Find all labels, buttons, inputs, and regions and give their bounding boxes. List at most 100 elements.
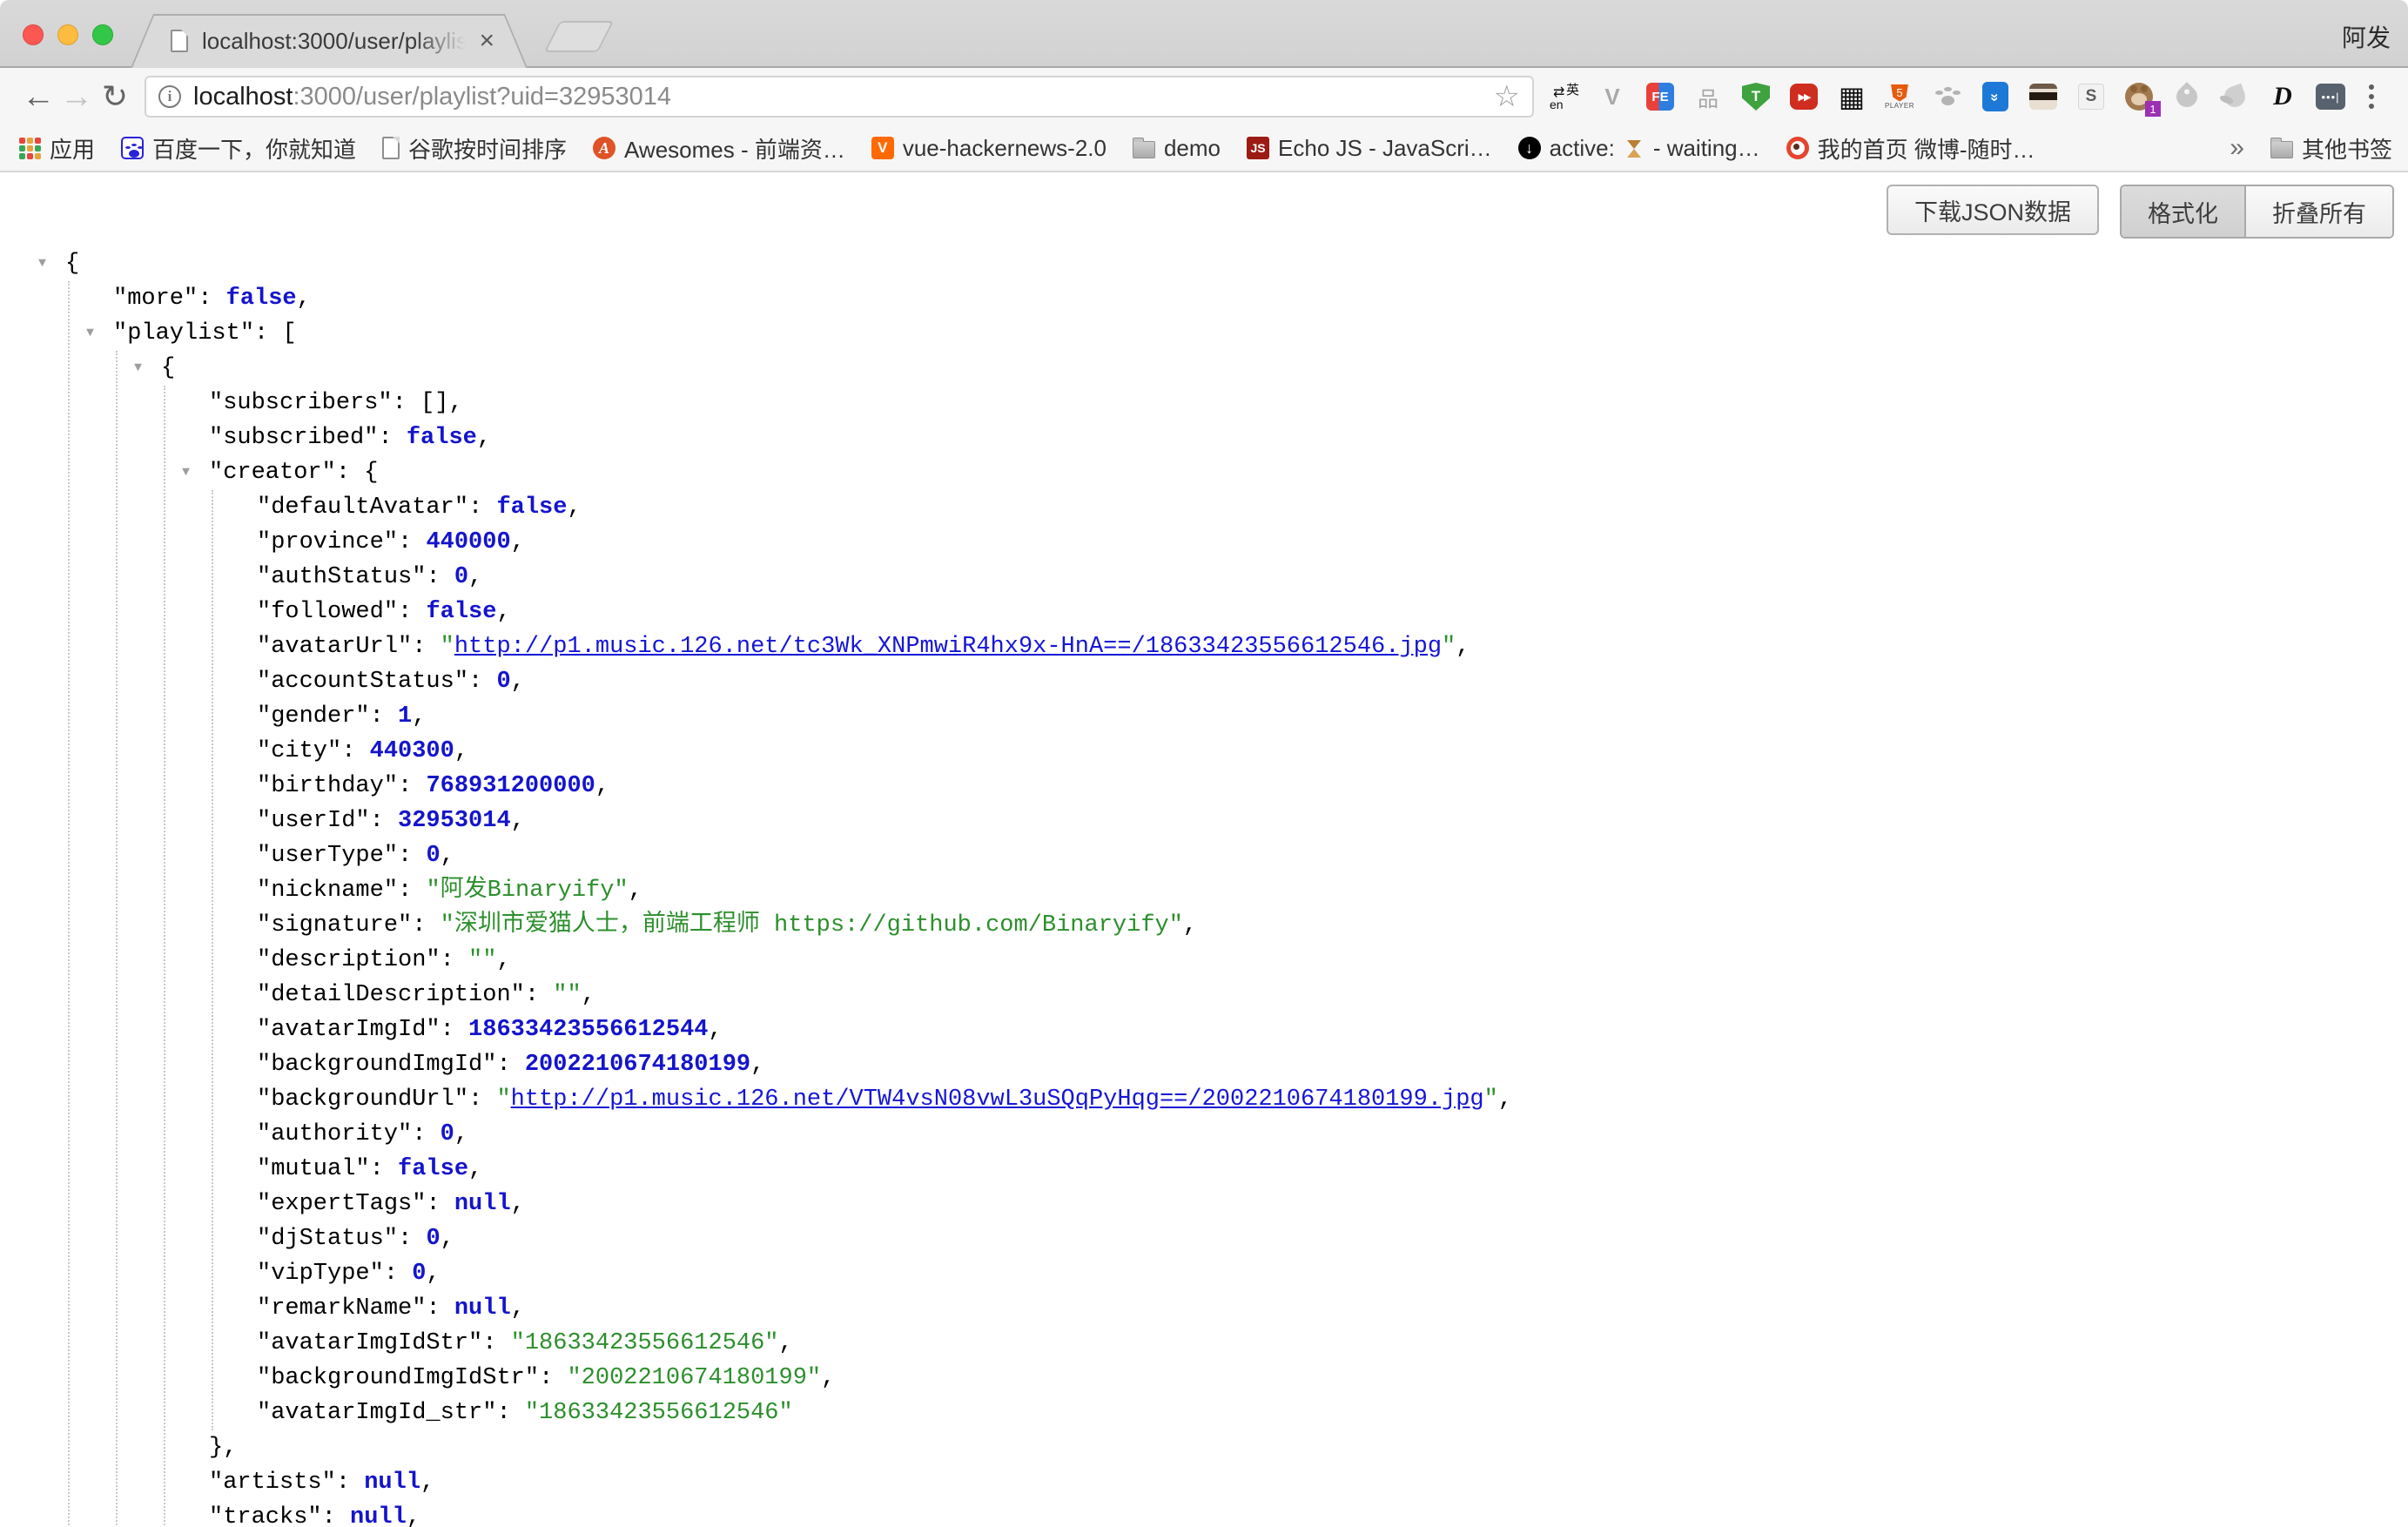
- json-line: ▼"creator": {: [0, 455, 378, 490]
- reload-button[interactable]: ↻: [96, 81, 134, 112]
- json-link[interactable]: http://p1.music.126.net/tc3Wk_XNPmwiR4hx…: [454, 634, 1442, 660]
- tab-title: localhost:3000/user/playlist?ui: [202, 28, 474, 55]
- vimium-icon[interactable]: »: [1981, 82, 2010, 111]
- bookmark-item[interactable]: 应用: [19, 132, 95, 165]
- json-value: 32953014: [398, 808, 511, 834]
- json-line: "birthday": 768931200000,: [0, 769, 609, 804]
- html5-player-icon[interactable]: 5PLAYER: [1885, 82, 1914, 111]
- claw-icon[interactable]: [1933, 82, 1962, 111]
- bookmark-label: 百度一下，你就知道: [152, 132, 356, 165]
- collapse-triangle-icon[interactable]: ▼: [38, 246, 46, 281]
- tab-close-icon[interactable]: ×: [479, 28, 494, 54]
- bookmarks-overflow-icon[interactable]: »: [2230, 133, 2244, 163]
- json-value: false: [496, 494, 567, 521]
- url-text[interactable]: localhost:3000/user/playlist?uid=3295301…: [193, 83, 1487, 111]
- shield-t-icon[interactable]: T: [1741, 82, 1771, 111]
- json-punct: ,: [441, 843, 454, 869]
- json-string: "深圳市爱猫人士，前端工程师 https://github.com/Binary…: [441, 912, 1183, 938]
- bookmark-item[interactable]: 其他书签: [2270, 132, 2392, 165]
- tampermonkey-icon[interactable]: 1: [2124, 82, 2154, 111]
- zoom-window-button[interactable]: [92, 24, 113, 45]
- awesomes-icon: A: [593, 137, 615, 159]
- bookmark-item[interactable]: 百度一下，你就知道: [121, 132, 356, 165]
- minimize-window-button[interactable]: [57, 24, 78, 45]
- json-line: "remarkName": null,: [0, 1291, 525, 1326]
- json-punct: ,: [1183, 912, 1197, 938]
- bookmark-label: demo: [1164, 135, 1221, 162]
- page-content: 下载JSON数据 格式化 折叠所有 ▼{"more": false,▼"play…: [0, 172, 2408, 1527]
- json-value: 0: [426, 843, 440, 869]
- chrome-menu-icon[interactable]: [2354, 79, 2389, 114]
- json-line: "mutual": false,: [0, 1152, 482, 1187]
- fast-forward-icon[interactable]: ▶▶: [1789, 82, 1819, 111]
- json-punct: {: [364, 460, 378, 486]
- active-icon: ↓: [1518, 137, 1541, 159]
- bookmark-item[interactable]: JSEcho JS - JavaScri…: [1247, 135, 1492, 162]
- json-punct: ,: [468, 564, 482, 590]
- bird-icon[interactable]: [2172, 82, 2202, 111]
- json-value: 0: [454, 564, 468, 590]
- new-tab-button[interactable]: [544, 21, 614, 52]
- json-key: "djStatus": [257, 1226, 398, 1252]
- collapse-triangle-icon[interactable]: ▼: [182, 455, 190, 490]
- bookmark-star-icon[interactable]: ☆: [1494, 79, 1520, 114]
- json-string: "": [468, 947, 496, 973]
- json-line: "more": false,: [0, 281, 311, 316]
- json-key: "mutual": [257, 1156, 370, 1182]
- fe-icon[interactable]: FE: [1645, 82, 1675, 111]
- profile-name[interactable]: 阿发: [2342, 19, 2391, 54]
- json-value: null: [454, 1191, 511, 1217]
- json-line: "avatarImgId": 18633423556612544,: [0, 1012, 723, 1047]
- d-icon[interactable]: D: [2268, 82, 2297, 111]
- sitemap-icon[interactable]: 品: [1693, 82, 1723, 111]
- json-punct: ,: [297, 286, 311, 312]
- close-window-button[interactable]: [23, 24, 44, 45]
- s-icon[interactable]: S: [2076, 82, 2106, 111]
- collapse-all-button[interactable]: 折叠所有: [2246, 186, 2392, 237]
- json-punct: ,: [511, 1191, 525, 1217]
- json-punct: ,: [750, 1052, 764, 1078]
- collapse-triangle-icon[interactable]: ▼: [134, 351, 142, 386]
- json-link[interactable]: http://p1.music.126.net/VTW4vsN08vwL3uSQ…: [511, 1086, 1484, 1113]
- mask-icon[interactable]: [2028, 82, 2058, 111]
- bookmark-item[interactable]: ↓active:- waiting…: [1518, 135, 1760, 162]
- json-punct: ,: [426, 1261, 440, 1287]
- json-key: "tracks": [209, 1504, 322, 1527]
- bookmark-item[interactable]: Vvue-hackernews-2.0: [871, 135, 1106, 162]
- json-punct: ,: [821, 1365, 835, 1391]
- format-button[interactable]: 格式化: [2122, 186, 2246, 237]
- qr-code-icon[interactable]: ▦: [1837, 82, 1867, 111]
- collapse-triangle-icon[interactable]: ▼: [86, 316, 94, 351]
- json-string: "": [553, 982, 581, 1008]
- back-button[interactable]: ←: [19, 80, 57, 113]
- vue-devtools-icon[interactable]: V: [1597, 82, 1627, 111]
- json-key: "gender": [257, 703, 370, 730]
- page-info-icon[interactable]: i: [158, 85, 181, 108]
- json-key: "province": [257, 529, 398, 555]
- json-key: "remarkName": [257, 1295, 426, 1322]
- json-key: "artists": [209, 1470, 336, 1496]
- bookmark-item[interactable]: AAwesomes - 前端资…: [593, 132, 845, 165]
- json-punct: ,: [567, 494, 581, 521]
- json-line: "description": "",: [0, 943, 511, 978]
- translate-icon[interactable]: en英⇄: [1550, 82, 1579, 111]
- forward-button[interactable]: →: [57, 80, 96, 113]
- json-key: "playlist": [113, 320, 254, 346]
- hummingbird-icon[interactable]: [2220, 82, 2250, 111]
- browser-tab[interactable]: localhost:3000/user/playlist?ui ×: [131, 14, 528, 68]
- bookmark-label: active:: [1550, 135, 1615, 162]
- json-key: "followed": [257, 599, 398, 625]
- json-line: ▼"playlist": [: [0, 316, 297, 351]
- extension-badge: 1: [2145, 101, 2161, 117]
- bookmark-item[interactable]: 谷歌按时间排序: [382, 132, 567, 165]
- json-key: "userType": [257, 843, 398, 869]
- json-punct: ,: [582, 982, 595, 1008]
- bookmark-item[interactable]: demo: [1133, 135, 1221, 162]
- bookmark-item[interactable]: 我的首页 微博-随时…: [1786, 132, 2035, 165]
- json-punct: ,: [496, 947, 510, 973]
- address-bar[interactable]: i localhost:3000/user/playlist?uid=32953…: [145, 76, 1534, 118]
- download-json-button[interactable]: 下载JSON数据: [1887, 185, 2099, 235]
- json-key: "subscribed": [209, 425, 378, 451]
- json-punct: ,: [511, 808, 525, 834]
- password-box-icon[interactable]: •••|: [2316, 82, 2345, 111]
